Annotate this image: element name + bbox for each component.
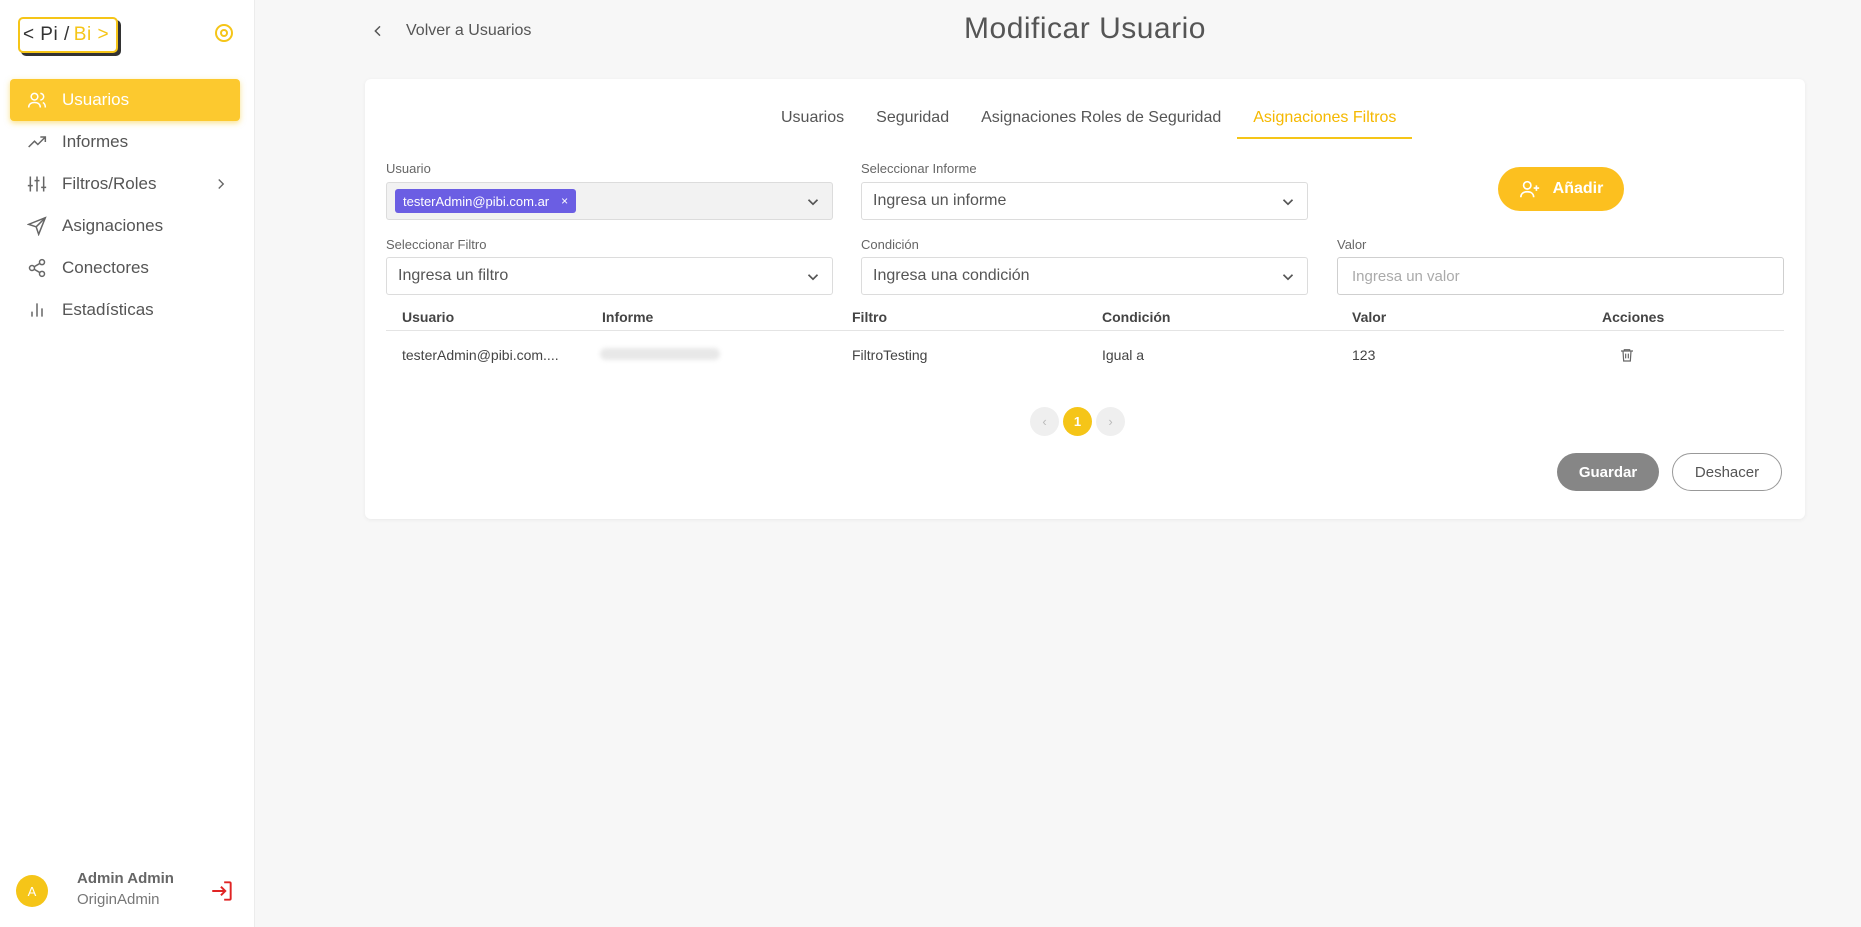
cell-informe — [600, 347, 720, 363]
chevron-right-icon — [212, 175, 230, 193]
profile-role: OriginAdmin — [77, 891, 160, 908]
valor-input[interactable]: Ingresa un valor — [1337, 257, 1784, 295]
user-profile: A Admin Admin OriginAdmin — [16, 870, 241, 912]
valor-label: Valor — [1337, 237, 1367, 252]
col-valor: Valor — [1352, 309, 1387, 325]
condicion-label: Condición — [861, 237, 919, 252]
tab-seguridad[interactable]: Seguridad — [860, 103, 965, 135]
sidebar: < Pi / Bi > Usuarios Informes Filtros/Ro… — [0, 0, 255, 927]
tab-usuarios[interactable]: Usuarios — [765, 103, 860, 135]
chevron-down-icon — [1279, 268, 1297, 286]
edit-user-card: Usuarios Seguridad Asignaciones Roles de… — [365, 79, 1805, 519]
sidebar-nav: Usuarios Informes Filtros/Roles Asignaci… — [10, 79, 240, 331]
pibi-logo[interactable]: < Pi / Bi > — [18, 17, 118, 53]
filtro-placeholder: Ingresa un filtro — [398, 267, 509, 284]
trash-icon — [1619, 349, 1635, 366]
cell-condicion: Igual a — [1102, 347, 1145, 363]
tab-asignaciones-roles[interactable]: Asignaciones Roles de Seguridad — [965, 103, 1237, 135]
chip-label: testerAdmin@pibi.com.ar — [403, 193, 550, 209]
informe-label: Seleccionar Informe — [861, 161, 977, 176]
sidebar-item-filtros-roles[interactable]: Filtros/Roles — [10, 163, 240, 205]
col-condicion: Condición — [1102, 309, 1171, 325]
usuario-select[interactable]: testerAdmin@pibi.com.ar × — [386, 182, 833, 220]
back-label: Volver a Usuarios — [406, 22, 532, 39]
redacted-informe — [600, 348, 720, 360]
pagination: ‹ 1 › — [1030, 407, 1125, 436]
table-row: testerAdmin@pibi.com.... FiltroTesting I… — [386, 331, 1784, 379]
chevron-left-icon — [370, 23, 386, 39]
filtro-select[interactable]: Ingresa un filtro — [386, 257, 833, 295]
chevron-down-icon — [804, 268, 822, 286]
back-to-users-link[interactable]: Volver a Usuarios — [370, 22, 531, 40]
table-header: Usuario Informe Filtro Condición Valor A… — [386, 301, 1784, 331]
send-icon — [26, 215, 48, 237]
profile-name: Admin Admin — [77, 870, 174, 887]
informe-select[interactable]: Ingresa un informe — [861, 182, 1308, 220]
sidebar-item-label: Estadísticas — [62, 300, 154, 319]
bar-chart-icon — [26, 299, 48, 321]
sidebar-item-label: Usuarios — [62, 90, 130, 109]
col-usuario: Usuario — [402, 309, 455, 325]
prev-page-button[interactable]: ‹ — [1030, 407, 1059, 436]
sidebar-item-estadisticas[interactable]: Estadísticas — [10, 289, 240, 331]
trending-up-icon — [26, 131, 48, 153]
logout-icon[interactable] — [209, 878, 235, 904]
users-icon — [26, 89, 48, 111]
page-1-button[interactable]: 1 — [1063, 407, 1092, 436]
cell-valor: 123 — [1352, 347, 1376, 363]
logo-left-text: < Pi / — [22, 24, 70, 45]
condicion-placeholder: Ingresa una condición — [873, 267, 1030, 284]
add-user-icon — [1519, 178, 1541, 200]
tab-asignaciones-filtros[interactable]: Asignaciones Filtros — [1237, 103, 1413, 139]
add-button[interactable]: Añadir — [1498, 167, 1624, 211]
condicion-select[interactable]: Ingresa una condición — [861, 257, 1308, 295]
col-informe: Informe — [602, 309, 654, 325]
col-filtro: Filtro — [852, 309, 887, 325]
filtro-label: Seleccionar Filtro — [386, 237, 487, 252]
usuario-label: Usuario — [386, 161, 431, 176]
cell-filtro: FiltroTesting — [852, 347, 928, 363]
sidebar-item-informes[interactable]: Informes — [10, 121, 240, 163]
filter-assignments-table: Usuario Informe Filtro Condición Valor A… — [386, 301, 1784, 379]
add-label: Añadir — [1552, 180, 1604, 197]
sidebar-item-conectores[interactable]: Conectores — [10, 247, 240, 289]
chip-remove-icon[interactable]: × — [561, 194, 568, 208]
col-acciones: Acciones — [1602, 309, 1665, 325]
collapse-sidebar-icon[interactable] — [214, 23, 234, 43]
tab-bar: Usuarios Seguridad Asignaciones Roles de… — [765, 103, 1413, 139]
avatar: A — [16, 875, 48, 907]
undo-button[interactable]: Deshacer — [1672, 453, 1782, 491]
sidebar-item-label: Conectores — [62, 258, 149, 277]
chevron-down-icon — [804, 193, 822, 211]
chevron-down-icon — [1279, 193, 1297, 211]
sidebar-item-label: Asignaciones — [62, 216, 164, 235]
save-button[interactable]: Guardar — [1557, 453, 1659, 491]
sliders-icon — [26, 173, 48, 195]
sidebar-item-asignaciones[interactable]: Asignaciones — [10, 205, 240, 247]
sidebar-item-label: Informes — [62, 132, 129, 151]
informe-placeholder: Ingresa un informe — [873, 192, 1007, 209]
share-icon — [26, 257, 48, 279]
usuario-chip: testerAdmin@pibi.com.ar × — [395, 189, 577, 213]
cell-usuario: testerAdmin@pibi.com.... — [402, 347, 559, 363]
sidebar-item-usuarios[interactable]: Usuarios — [10, 79, 240, 121]
sidebar-item-label: Filtros/Roles — [62, 174, 157, 193]
delete-button[interactable] — [1619, 347, 1635, 366]
page-title: Modificar Usuario — [964, 12, 1206, 45]
logo-right-text: Bi > — [73, 24, 110, 45]
valor-placeholder: Ingresa un valor — [1352, 267, 1460, 285]
next-page-button[interactable]: › — [1096, 407, 1125, 436]
